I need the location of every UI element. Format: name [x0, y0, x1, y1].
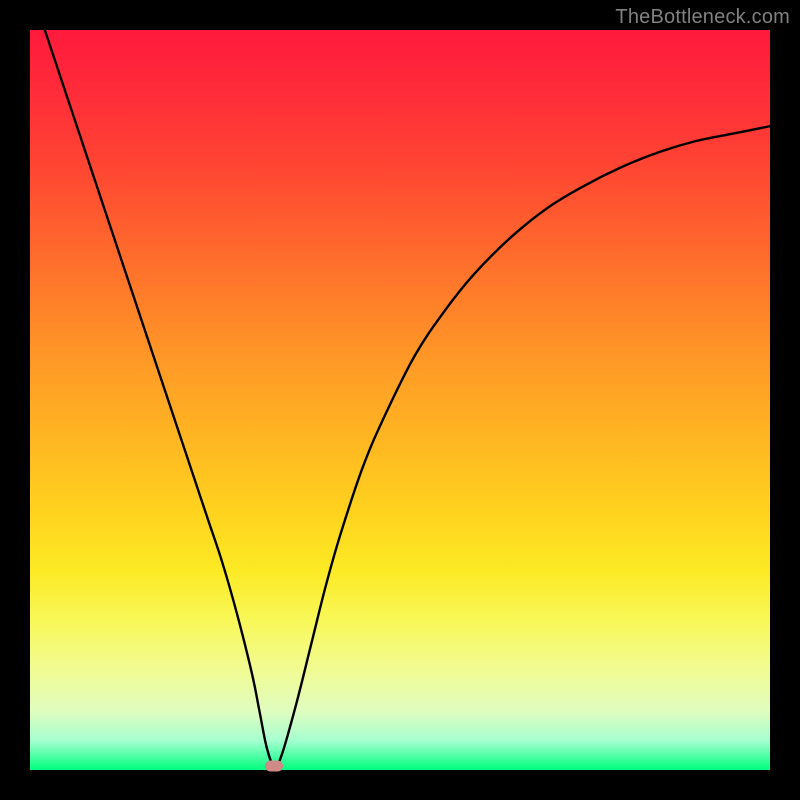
optimal-point-marker — [265, 761, 283, 772]
plot-area — [30, 30, 770, 770]
watermark-text: TheBottleneck.com — [615, 6, 790, 29]
chart-frame: TheBottleneck.com — [0, 0, 800, 800]
bottleneck-curve — [30, 30, 770, 770]
